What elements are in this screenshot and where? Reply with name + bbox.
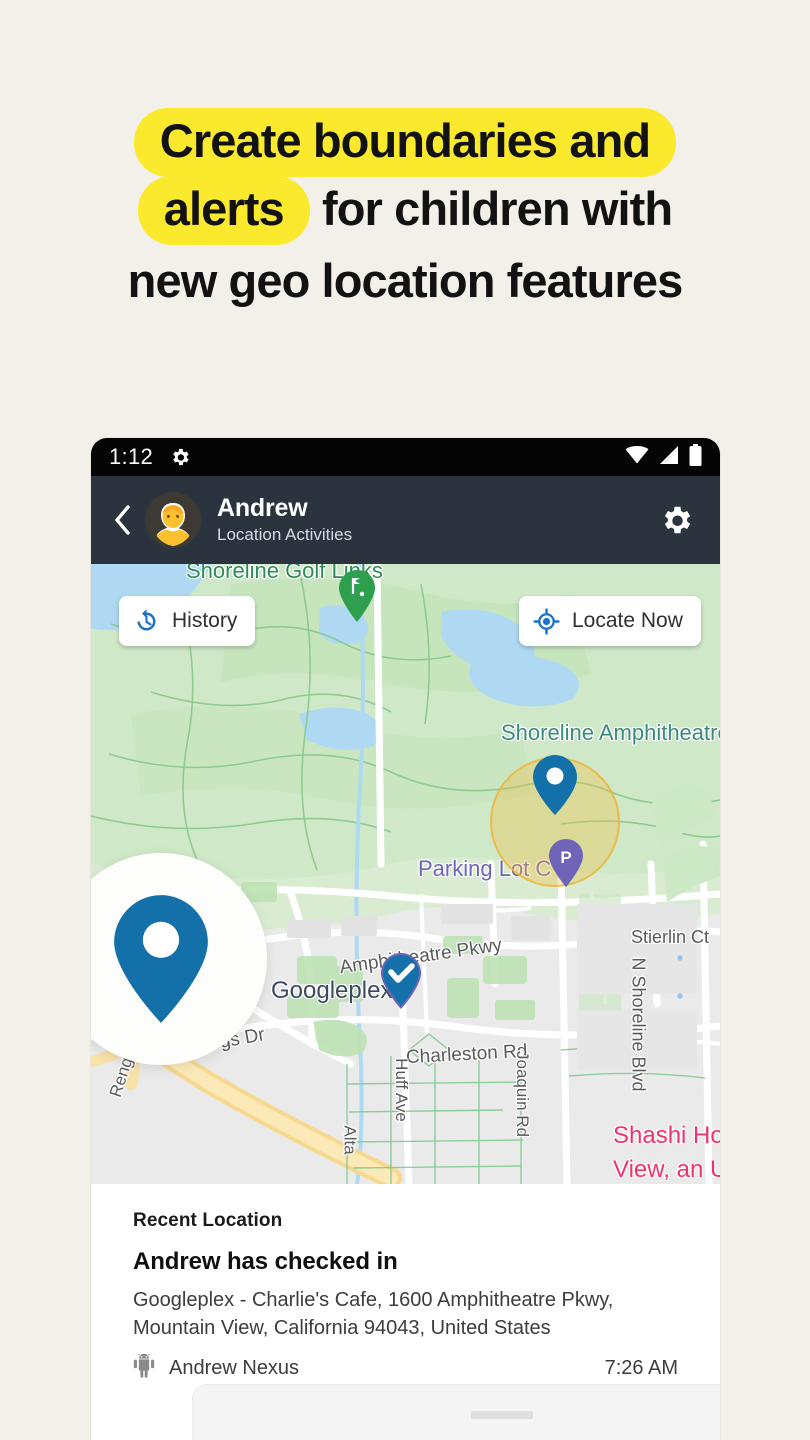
headline-highlight-1: Create boundaries and — [133, 108, 677, 177]
next-card-peek[interactable] — [192, 1384, 720, 1440]
recent-location-meta: Andrew Nexus 7:26 AM — [133, 1353, 678, 1383]
app-bar: Andrew Location Activities — [91, 476, 720, 564]
svg-text:P: P — [560, 848, 571, 867]
card-grabber — [470, 1411, 533, 1419]
parking-pin[interactable]: P — [547, 838, 585, 893]
device-name: Andrew Nexus — [169, 1357, 300, 1379]
history-button[interactable]: History — [119, 596, 256, 646]
headline-line-2-rest: for children with — [321, 182, 673, 235]
history-button-label: History — [172, 609, 238, 632]
checkin-pin-icon — [381, 953, 421, 1009]
android-robot-icon — [133, 1353, 155, 1383]
child-location-pin[interactable] — [531, 754, 579, 821]
settings-button[interactable] — [654, 498, 698, 542]
status-bar-indicators — [625, 443, 702, 471]
crosshair-icon — [533, 607, 560, 635]
status-bar: 1:12 — [91, 438, 720, 476]
person-avatar-icon — [147, 494, 199, 546]
headline-highlight-2: alerts — [137, 176, 310, 245]
phone-mockup: 1:12 Andrew Location Activities Shorelin… — [91, 438, 720, 1440]
gear-icon — [664, 506, 691, 534]
recent-location-headline: Andrew has checked in — [133, 1248, 398, 1275]
golf-course-pin[interactable] — [337, 569, 377, 628]
signal-icon — [658, 445, 680, 469]
wifi-icon — [625, 445, 649, 469]
headline-line-3: new geo location features — [127, 254, 684, 307]
page-subtitle: Location Activities — [217, 524, 353, 544]
battery-icon — [689, 443, 702, 471]
parking-pin-icon: P — [549, 839, 583, 887]
promo-headline: Create boundaries and alerts for childre… — [0, 108, 810, 314]
status-bar-clock: 1:12 — [109, 444, 154, 469]
history-clock-icon — [137, 608, 156, 630]
map-pin-icon — [533, 755, 577, 815]
checkin-pin[interactable] — [379, 952, 423, 1015]
recent-location-address: Googleplex - Charlie's Cafe, 1600 Amphit… — [133, 1289, 614, 1339]
back-button[interactable] — [105, 500, 139, 540]
headline-line-1: Create boundaries and — [40, 108, 770, 177]
map-pin-badge-icon — [114, 895, 208, 1023]
checkin-time: 7:26 AM — [604, 1357, 678, 1379]
map-view[interactable]: Shoreline Golf Links Shoreline Amphithea… — [91, 564, 720, 1184]
headline-line-2: alerts for children with — [40, 176, 770, 245]
locate-now-button[interactable]: Locate Now — [519, 596, 701, 646]
locate-now-button-label: Locate Now — [572, 609, 683, 632]
avatar[interactable] — [145, 492, 201, 548]
page-title: Andrew — [217, 493, 308, 522]
golf-pin-icon — [339, 570, 375, 622]
chevron-left-icon — [115, 505, 130, 535]
app-bar-titles: Andrew Location Activities — [217, 494, 352, 547]
recent-location-kicker: Recent Location — [133, 1210, 283, 1231]
status-gear-icon — [169, 446, 191, 468]
